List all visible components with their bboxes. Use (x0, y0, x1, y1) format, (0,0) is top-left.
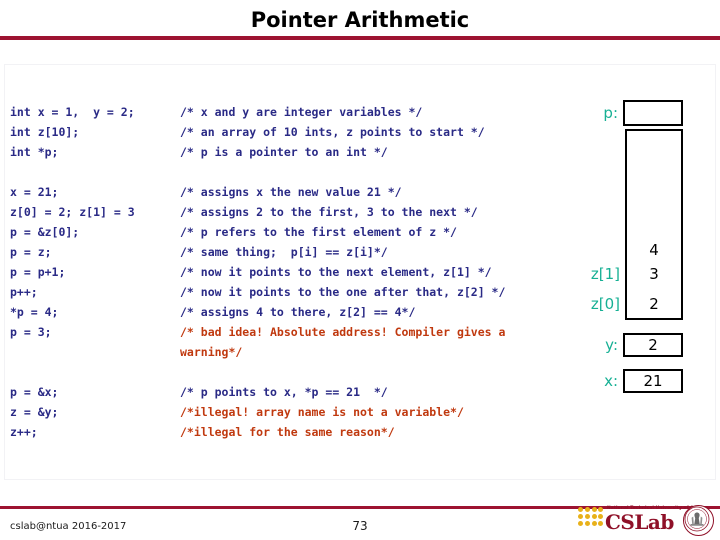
code-statement: x = 21; (10, 185, 59, 199)
code-statement: z[0] = 2; z[1] = 3 (10, 205, 135, 219)
code-line: z = &y; /*illegal! array name is not a va… (10, 402, 590, 422)
code-comment: /* p refers to the first element of z */ (180, 225, 457, 239)
array-index-label-z0: z[0] (590, 295, 620, 313)
array-index-label-z1: z[1] (590, 265, 620, 283)
pointer-label: p: (603, 104, 618, 122)
code-line: int x = 1, y = 2; /* x and y are integer … (10, 102, 590, 122)
code-line: warning*/ (10, 342, 590, 362)
page-title: Pointer Arithmetic (250, 8, 470, 32)
ntua-seal-icon (683, 505, 714, 536)
array-value-z0: 2 (649, 295, 659, 313)
slide-number: 73 (352, 519, 368, 533)
code-statement: p = z; (10, 245, 52, 259)
code-comment: /* assigns 4 to there, z[2] == 4*/ (180, 305, 416, 319)
code-statement: int x = 1, y = 2; (10, 105, 135, 119)
code-line: p = 3; /* bad idea! Absolute address! Com… (10, 322, 590, 342)
footer-credit: cslab@ntua 2016-2017 (10, 521, 127, 532)
pointer-box (623, 100, 683, 126)
code-line: p++; /* now it points to the one after th… (10, 282, 590, 302)
code-comment: /* now it points to the one after that, … (180, 285, 506, 299)
code-line: p = &z[0]; /* p refers to the first eleme… (10, 222, 590, 242)
code-line: p = &x; /* p points to x, *p == 21 */ (10, 382, 590, 402)
code-line: int *p; /* p is a pointer to an int */ (10, 142, 590, 162)
code-statement: p = &z[0]; (10, 225, 80, 239)
code-comment: /* now it points to the next element, z[… (180, 265, 492, 279)
code-line: p = z; /* same thing; p[i] == z[i]*/ (10, 242, 590, 262)
slide-canvas: Pointer Arithmetic int x = 1, y = 2; /* x… (0, 0, 720, 540)
code-statement: p = p+1; (10, 265, 66, 279)
array-value-z2: 4 (649, 241, 659, 259)
code-statement: int z[10]; (10, 125, 80, 139)
code-statement: int *p; (10, 145, 59, 159)
code-line: int z[10]; /* an array of 10 ints, z poin… (10, 122, 590, 142)
variable-label-y: y: (605, 336, 618, 354)
code-line: x = 21; /* assigns x the new value 21 */ (10, 182, 590, 202)
code-statement: z = &y; (10, 405, 59, 419)
memory-diagram: p: z[1] z[0] 4 3 2 y: 2 x: 21 (560, 95, 710, 405)
code-comment-continuation: warning*/ (180, 345, 243, 359)
code-line: z++; /*illegal for the same reason*/ (10, 422, 590, 442)
code-comment-warning: /*illegal for the same reason*/ (180, 425, 395, 439)
variable-value-x: 21 (643, 372, 663, 390)
variable-label-x: x: (604, 372, 618, 390)
title-divider (0, 36, 720, 40)
code-comment: /* p is a pointer to an int */ (180, 145, 388, 159)
slide-title-area: Pointer Arithmetic (0, 6, 720, 40)
code-comment: /* assigns x the new value 21 */ (180, 185, 402, 199)
code-statement: p = &x; (10, 385, 59, 399)
code-comment: /* an array of 10 ints, z points to star… (180, 125, 485, 139)
code-statement: *p = 4; (10, 305, 59, 319)
code-listing: int x = 1, y = 2; /* x and y are integer … (10, 102, 590, 442)
array-value-z1: 3 (649, 265, 659, 283)
code-comment-warning: /* bad idea! Absolute address! Compiler … (180, 325, 506, 339)
code-comment: /* same thing; p[i] == z[i]*/ (180, 245, 388, 259)
logo-dot-grid-icon (578, 507, 604, 527)
array-box (625, 129, 683, 320)
code-statement: p = 3; (10, 325, 52, 339)
code-comment: /* assigns 2 to the first, 3 to the next… (180, 205, 478, 219)
cslab-logo: National Technical University of Athens … (578, 503, 714, 536)
variable-value-y: 2 (648, 336, 658, 354)
code-comment-warning: /*illegal! array name is not a variable*… (180, 405, 464, 419)
code-statement: p++; (10, 285, 38, 299)
code-line: p = p+1; /* now it points to the next ele… (10, 262, 590, 282)
code-statement: z++; (10, 425, 38, 439)
code-line: z[0] = 2; z[1] = 3 /* assigns 2 to the fi… (10, 202, 590, 222)
logo-wordmark: CSLab (605, 510, 674, 534)
code-comment: /* p points to x, *p == 21 */ (180, 385, 388, 399)
code-comment: /* x and y are integer variables */ (180, 105, 423, 119)
code-line: *p = 4; /* assigns 4 to there, z[2] == 4*… (10, 302, 590, 322)
